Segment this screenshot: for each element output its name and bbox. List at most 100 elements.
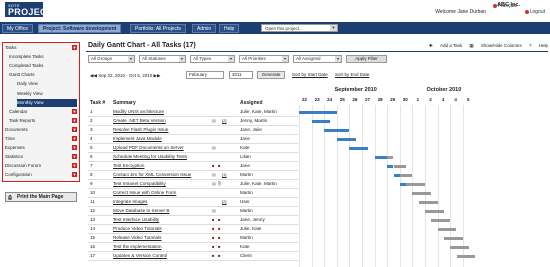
expand-icon[interactable]: ▼	[72, 163, 77, 169]
task-summary-link[interactable]: Test Interface Usability	[113, 216, 159, 223]
attachment-icon[interactable]: ⎘	[218, 180, 221, 187]
assigned-filter[interactable]: All Assigned ▼	[293, 55, 342, 63]
priorities-filter[interactable]: All Priorities ▼	[239, 55, 289, 63]
sidebar-item[interactable]: Discussion Forum ▼	[5, 162, 78, 170]
sidebar-item[interactable]: Calendar ▼	[9, 108, 78, 116]
sidebar-item[interactable]: Monthly View	[17, 98, 77, 107]
task-summary-link[interactable]: Test the implementation	[113, 243, 162, 250]
gantt-bar-remaining[interactable]	[418, 201, 438, 204]
tab-admin[interactable]: Admin	[192, 24, 217, 33]
task-summary-link[interactable]: Create .NET Beta Version	[113, 117, 166, 124]
task-summary-link[interactable]: Contact Jim for XML Conversion Issue	[113, 171, 191, 178]
note-icon[interactable]: ▤	[212, 207, 216, 214]
types-filter[interactable]: All Types ▼	[190, 55, 235, 63]
sort-start-link[interactable]: Sort by Start Date	[292, 72, 328, 77]
recurring-icon[interactable]: ■	[212, 252, 214, 259]
sidebar-item[interactable]: Weekly View	[17, 90, 77, 98]
task-summary-link[interactable]: Test Intranet Compatibility	[113, 180, 166, 187]
recurring-icon[interactable]: ■	[212, 225, 214, 232]
gantt-bar-remaining[interactable]	[443, 237, 463, 240]
statuses-filter[interactable]: All Statuses ▼	[139, 55, 186, 63]
task-summary-link[interactable]: Implement Java Module	[113, 135, 162, 142]
expand-icon[interactable]: ▼	[72, 154, 77, 160]
task-summary-link[interactable]: Integrate Images	[113, 198, 147, 205]
sidebar-item[interactable]: Configuration ▼	[5, 171, 78, 179]
task-summary-link[interactable]: Schedule Meeting for Usability Tests	[113, 153, 187, 160]
recurring-icon[interactable]: ■	[212, 243, 214, 250]
gantt-bar-remaining[interactable]	[450, 246, 470, 249]
sidebar-item[interactable]: Gantt Charts	[9, 71, 78, 79]
gantt-bar-completed[interactable]	[299, 111, 337, 114]
month-select[interactable]: February	[186, 71, 224, 79]
gantt-bar-remaining[interactable]	[456, 255, 476, 258]
sidebar-item[interactable]: Tasks ▼	[5, 44, 78, 52]
help-link[interactable]: ? Help	[529, 43, 548, 48]
gantt-bar-remaining[interactable]	[399, 174, 413, 177]
gantt-bar-remaining[interactable]	[412, 192, 432, 195]
note-icon[interactable]: ▤	[212, 180, 216, 187]
gantt-bar-remaining[interactable]	[425, 210, 444, 213]
gantt-bar-completed[interactable]	[311, 120, 331, 123]
gantt-bar-remaining[interactable]	[393, 165, 407, 168]
gantt-bar-completed[interactable]	[349, 147, 369, 150]
gantt-bar-remaining[interactable]	[437, 228, 457, 231]
task-summary-link[interactable]: Release Video Tutorials	[113, 234, 161, 241]
logout-link[interactable]: Logout	[524, 9, 545, 15]
prev-icon[interactable]: ◀◀	[90, 73, 97, 78]
apply-filter-button[interactable]: Apply Filter	[346, 55, 387, 63]
sidebar-item[interactable]: Time ▼	[5, 135, 78, 143]
print-button[interactable]: ⎙ Print the Main Page	[5, 192, 77, 202]
note-icon[interactable]: ▤	[212, 117, 216, 124]
tab-help[interactable]: Help	[219, 24, 240, 33]
attachment-count-link[interactable]: [1]	[222, 171, 226, 178]
language-link[interactable]: Français	[492, 3, 517, 9]
gantt-bar-completed[interactable]	[336, 138, 356, 141]
note-icon[interactable]: ▤	[212, 144, 216, 151]
recurring-icon[interactable]: ■	[218, 162, 220, 169]
task-summary-link[interactable]: Produce Video Tutorials	[113, 225, 162, 232]
sidebar-item[interactable]: Incomplete Tasks	[9, 53, 78, 61]
expand-icon[interactable]: ▼	[72, 145, 77, 151]
gantt-bar-remaining[interactable]	[406, 183, 425, 186]
tab-portfolio[interactable]: Portfolio: All Projects	[130, 24, 186, 33]
gantt-bar-remaining[interactable]	[387, 156, 394, 159]
note-icon[interactable]: ▤	[212, 171, 216, 178]
tab-my-office[interactable]: My Office	[2, 24, 34, 33]
recurring-icon[interactable]: ■	[218, 234, 220, 241]
next-icon[interactable]: ▶▶	[154, 73, 161, 78]
generate-button[interactable]: Generate	[257, 71, 285, 79]
project-select[interactable]: Open this project... ▼	[261, 24, 338, 32]
tab-project[interactable]: Project: Software development	[38, 24, 122, 33]
recurring-icon[interactable]: ■	[218, 225, 220, 232]
task-summary-link[interactable]: Modify UNIX architecture	[113, 108, 164, 115]
attachment-count-link[interactable]: [2]	[222, 117, 226, 124]
gantt-bar-remaining[interactable]	[431, 219, 451, 222]
sidebar-item[interactable]: Statistics ▼	[5, 153, 78, 161]
gantt-bar-completed[interactable]	[374, 156, 388, 159]
add-task-link[interactable]: ✚ Add a Task	[429, 43, 462, 48]
sidebar-item[interactable]: Completed Tasks	[9, 62, 78, 70]
sidebar-item[interactable]: Expenses ▼	[5, 144, 78, 152]
expand-icon[interactable]: ▼	[72, 172, 77, 178]
attachment-count-link[interactable]: [2]	[222, 198, 226, 205]
expand-icon[interactable]: ▼	[72, 45, 77, 50]
task-summary-link[interactable]: Correct Issue with Online Form	[113, 189, 176, 196]
task-summary-link[interactable]: Resolve Flash Plugin Issue	[113, 126, 168, 133]
show-hide-columns-link[interactable]: ▦ Show/Hide Columns	[469, 43, 521, 48]
gantt-bar-completed[interactable]	[324, 129, 350, 132]
recurring-icon[interactable]: ■	[218, 243, 220, 250]
recurring-icon[interactable]: ■	[218, 252, 220, 259]
task-summary-link[interactable]: Move Database to Server B	[113, 207, 169, 214]
sidebar-item[interactable]: Task Reports ▼	[9, 117, 78, 125]
expand-icon[interactable]: ▼	[72, 108, 77, 114]
task-summary-link[interactable]: Updates & Version Control	[113, 252, 167, 259]
sort-end-link[interactable]: Sort by End Date	[335, 72, 369, 77]
recurring-icon[interactable]: ■	[218, 216, 220, 223]
expand-icon[interactable]: ▼	[72, 126, 77, 132]
year-select[interactable]: 2011	[229, 71, 253, 79]
task-summary-link[interactable]: Test Encryption	[113, 162, 144, 169]
expand-icon[interactable]: ▼	[72, 117, 77, 123]
task-summary-link[interactable]: Upload PDF Documents on Server	[113, 144, 184, 151]
sidebar-item[interactable]: Documents ▼	[5, 126, 78, 134]
recurring-icon[interactable]: ■	[212, 216, 214, 223]
